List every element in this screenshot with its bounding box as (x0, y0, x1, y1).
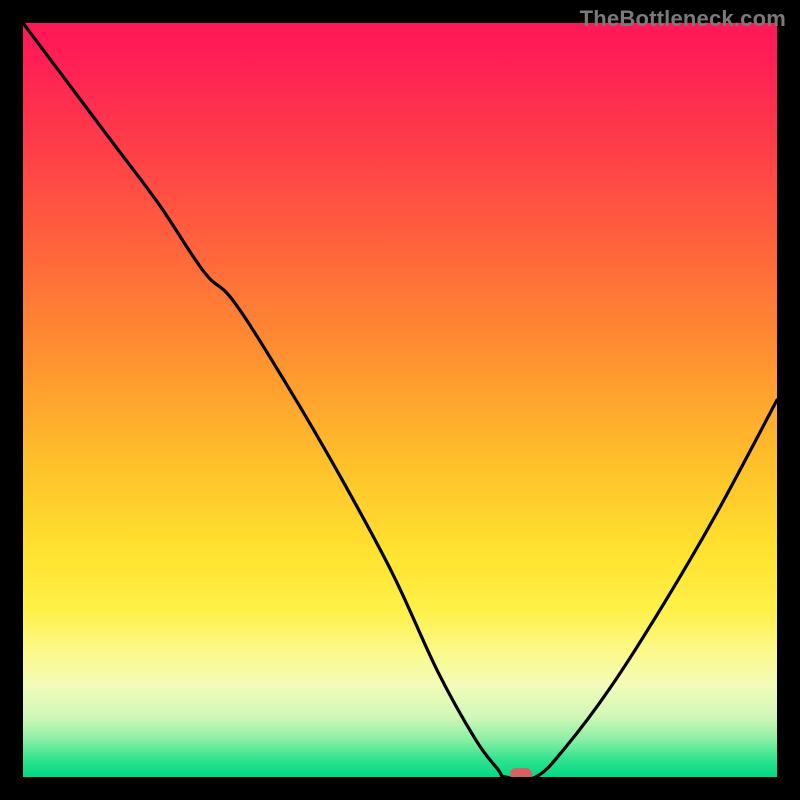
bottleneck-curve (23, 23, 777, 777)
plot-area (23, 23, 777, 777)
chart-frame: TheBottleneck.com (0, 0, 800, 800)
attribution-label: TheBottleneck.com (580, 6, 786, 32)
optimal-marker (510, 768, 532, 777)
